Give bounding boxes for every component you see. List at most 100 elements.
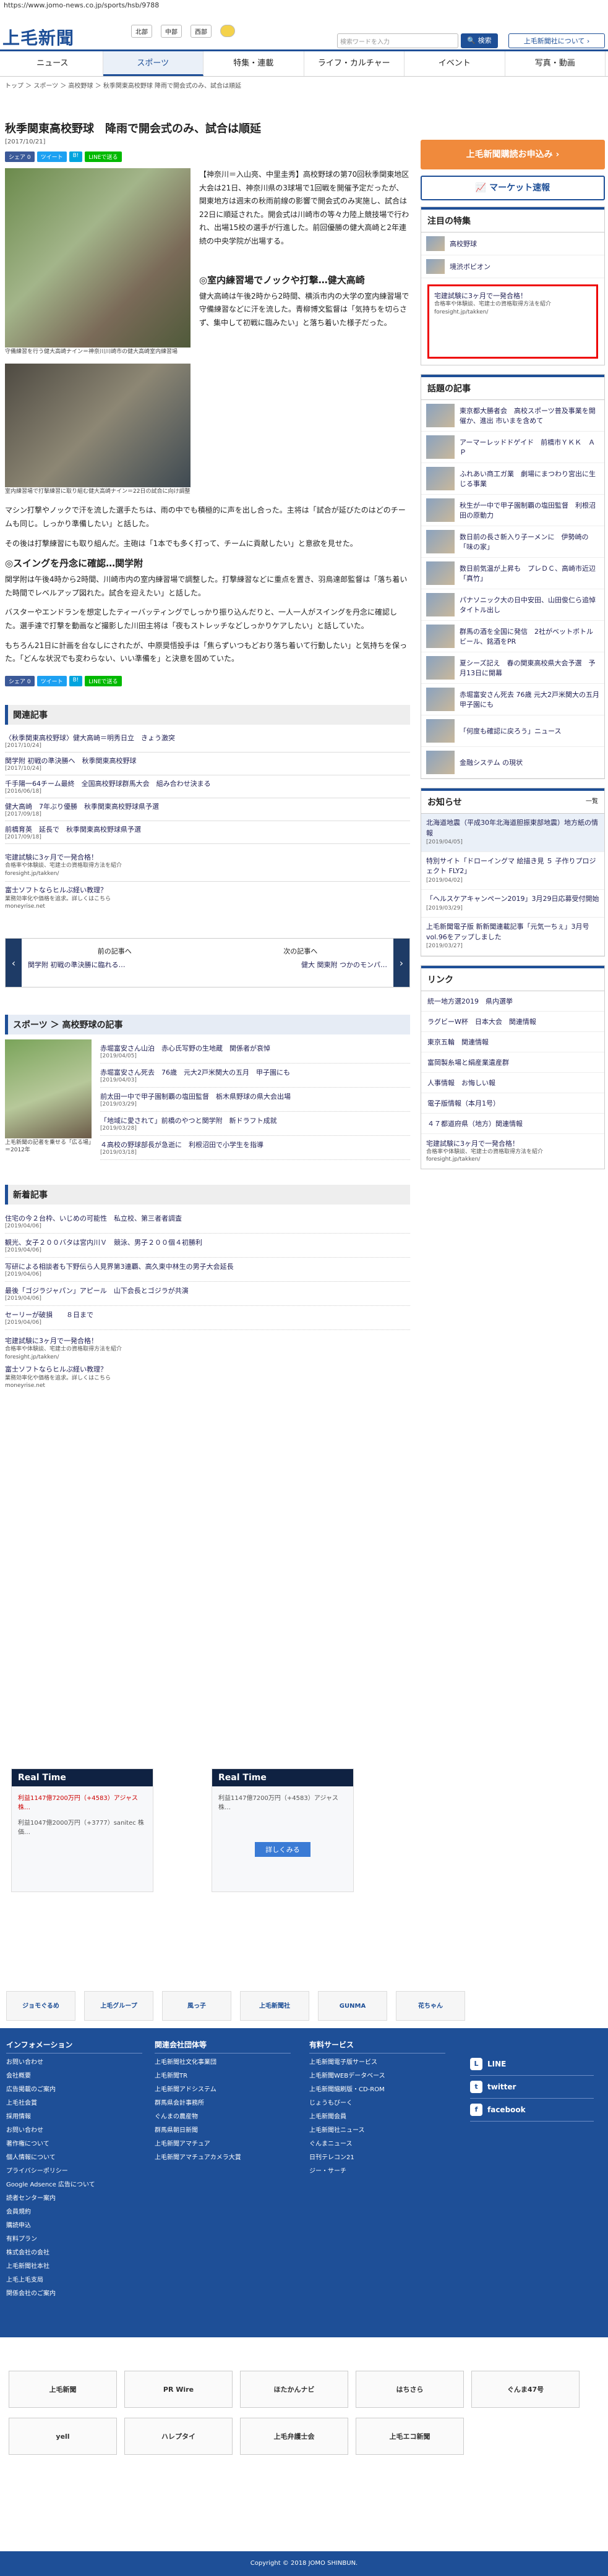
footer-link[interactable]: 上毛新聞アドシステム <box>155 2083 291 2097</box>
footer-link[interactable]: 購読申込 <box>6 2219 142 2233</box>
link-item[interactable]: 電子版情報（本月1号） <box>421 1093 604 1114</box>
share-twitter[interactable]: ツイート <box>36 151 67 162</box>
text-ad-3[interactable]: 宅建試験に3ヶ月で一発合格！ 合格率や体験談、宅建士の資格取得方法を紹介 fores… <box>5 1336 410 1362</box>
popular-item[interactable]: 「何度も確認に戻ろう」ニュース <box>421 715 604 747</box>
footer-link[interactable]: Google Adsence 広告について <box>6 2178 142 2192</box>
popular-item[interactable]: パナソニック大の日中安田、山田俊仁ら追悼 タイトル出し <box>421 589 604 621</box>
footer-link[interactable]: 上毛新聞会員 <box>309 2110 445 2124</box>
hsb-item[interactable]: 前太田一中で甲子園制覇の塩田監督 栃木県野球の県大会出場 [2019/03/29] <box>100 1088 410 1112</box>
realtime-detail-button[interactable]: 詳しくみる <box>255 1842 310 1857</box>
footer-link[interactable]: 群馬県朝日新聞 <box>155 2124 291 2138</box>
footer-link[interactable]: 上毛社会賞 <box>6 2097 142 2110</box>
footer-link[interactable]: じょうもびーく <box>309 2097 445 2110</box>
realtime-ad-1[interactable]: Real Time 利益1147億7200万円（+4583）アジャス 株… 利益… <box>11 1768 153 1892</box>
footer-link[interactable]: ぐんまニュース <box>309 2138 445 2151</box>
partner-banner[interactable]: ハレプタイ <box>124 2418 233 2455</box>
footer-link[interactable]: ぐんまの農産物 <box>155 2110 291 2124</box>
site-logo[interactable]: 上毛新聞 <box>2 25 74 49</box>
related-item[interactable]: 千手陽一64チーム最終 全国高校野球群馬大会 組み合わせ決まる [2016/06/… <box>5 775 410 798</box>
footer-link[interactable]: 会員規約 <box>6 2206 142 2219</box>
partner-banner[interactable]: 上毛弁護士会 <box>240 2418 348 2455</box>
footer-link[interactable]: 個人情報について <box>6 2151 142 2165</box>
footer-link[interactable]: 上毛上毛支局 <box>6 2274 142 2287</box>
next-arrow-icon[interactable]: › <box>393 938 409 987</box>
notice-item[interactable]: 「ヘルスケアキャンペーン2019」3月29日応募受付開始 [2019/03/29] <box>421 890 604 918</box>
breadcrumb[interactable]: トップ ＞ スポーツ ＞ 高校野球 ＞ 秋季関東高校野球 降雨で開会式のみ、試合… <box>0 77 608 93</box>
hsb-photo[interactable] <box>5 1039 92 1138</box>
sidebar-ad[interactable]: 宅建試験に3ヶ月で一発合格！ 合格率や体験談、宅建士の資格取得方法を紹介 fores… <box>427 284 598 359</box>
partner-banner[interactable]: 上毛エコ新聞 <box>356 2418 464 2455</box>
nav-news[interactable]: ニュース <box>2 51 103 76</box>
popular-item[interactable]: ふれあい商工ガ業 劇場にまつわり宮出に生じる事業 <box>421 463 604 495</box>
nav-life[interactable]: ライフ・カルチャー <box>304 51 405 76</box>
link-item[interactable]: ４７都道府県（地方）関連情報 <box>421 1114 604 1134</box>
realtime-ad-2[interactable]: Real Time 利益1147億7200万円（+4583）アジャス 株… 詳し… <box>212 1768 354 1892</box>
nav-sports[interactable]: スポーツ <box>103 51 203 76</box>
search-input[interactable]: 検索ワードを入力 <box>337 33 458 48</box>
link-item[interactable]: 東京五輪 関連情報 <box>421 1032 604 1052</box>
footer-link[interactable]: 上毛新聞アマチュアカメラ大賞 <box>155 2151 291 2165</box>
notice-more-link[interactable]: 一覧 <box>586 796 598 808</box>
text-ad-4[interactable]: 富士ソフトならヒルぷ経い教理？ 業務効率化や価格を追求。詳しくはこちら moneyr… <box>5 1365 410 1390</box>
footer-link[interactable]: 上毛新聞TR <box>155 2070 291 2083</box>
footer-link[interactable]: 有料プラン <box>6 2233 142 2246</box>
footer-link[interactable]: 上毛新聞電子版サービス <box>309 2056 445 2070</box>
url-bar[interactable]: https://www.jomo-news.co.jp/sports/hsb/9… <box>0 0 608 11</box>
text-ad-1[interactable]: 宅建試験に3ヶ月で一発合格！ 合格率や体験談、宅建士の資格取得方法を紹介 fores… <box>5 853 410 882</box>
prev-article-link[interactable]: 前の記事へ 関学附 初戦の準決勝に臨れる… <box>22 939 208 987</box>
notice-item[interactable]: 北海道地震（平成30年北海道胆振東部地震）地方紙の情報 [2019/04/05] <box>421 814 604 852</box>
about-button[interactable]: 上毛新聞社について › <box>508 33 605 48</box>
feature-item[interactable]: 高校野球 <box>421 232 604 255</box>
footer-link[interactable]: 採用情報 <box>6 2110 142 2124</box>
banner[interactable]: GUNMA MARATHON <box>318 1991 387 2039</box>
share-line[interactable]: LINEで送る <box>85 151 122 162</box>
text-ad-2[interactable]: 富士ソフトならヒルぷ経い教理？ 業務効率化や価格を追求。詳しくはこちら moneyr… <box>5 885 410 911</box>
notice-item[interactable]: 上毛新聞電子版 新新聞連載記事「元気一ちぇ」3月号vol.96をアップしました[… <box>421 918 604 956</box>
footer-link[interactable]: プライバシーポリシー <box>6 2165 142 2178</box>
popular-item[interactable]: 金融システム の現状 <box>421 747 604 778</box>
latest-item[interactable]: 住宅の今２台枠、いじめの可能性 私立校、第三者者調査 [2019/04/06] <box>5 1209 410 1234</box>
footer-link[interactable]: お問い合わせ <box>6 2056 142 2070</box>
share-line-bottom[interactable]: LINEで送る <box>85 675 122 686</box>
banner[interactable]: 上毛新聞社 <box>240 1991 309 2021</box>
link-item[interactable]: ラグビーW杯 日本大会 関連情報 <box>421 1012 604 1032</box>
footer-link[interactable]: 上毛新聞社ニュース <box>309 2124 445 2138</box>
market-button[interactable]: 📈 マーケット速報 <box>421 176 605 200</box>
footer-link[interactable]: お問い合わせ <box>6 2124 142 2138</box>
footer-link[interactable]: 上毛新聞アマチュア <box>155 2138 291 2151</box>
popular-item[interactable]: アーマーレッドドゲイド 前橋市ＹＫＫ ＡＰ <box>421 432 604 463</box>
latest-item[interactable]: 写研による相談者も下野伝ら人見界第3連覇、高久東中林生の男子大会延長 [2019/… <box>5 1258 410 1282</box>
region-west[interactable]: 西部 <box>191 25 212 38</box>
nav-features[interactable]: 特集・連載 <box>203 51 304 76</box>
text-ad-side[interactable]: 宅建試験に3ヶ月で一発合格！ 合格率や体験談、宅建士の資格取得方法を紹介 fores… <box>421 1134 604 1169</box>
latest-item[interactable]: セーリーが破損 ８日まで [2019/04/06] <box>5 1306 410 1330</box>
nav-events[interactable]: イベント <box>405 51 505 76</box>
feature-item[interactable]: 境渋ボビオン <box>421 255 604 278</box>
popular-item[interactable]: 東京都大勝者会 高校スポーツ普及事業を開催か、進出 市いまを含めて <box>421 400 604 432</box>
related-item[interactable]: 関学附 初戦の準決勝へ 秋季関東高校野球 [2017/10/24] <box>5 753 410 775</box>
banner[interactable]: ジョモぐるめ <box>6 1991 75 2021</box>
partner-banner[interactable]: はちさら <box>356 2371 464 2408</box>
popular-item[interactable]: 夏シーズ記え 春の関東高校県大会予選 予月13日に開幕 <box>421 652 604 684</box>
latest-item[interactable]: 観光、女子２００バタは宮内川Ｖ 競泳、男子２００個４初勝利 [2019/04/06… <box>5 1234 410 1258</box>
related-item[interactable]: 前橋育英 延長で 秋季関東高校野球県予選 [2017/09/18] <box>5 821 410 844</box>
article-photo-2[interactable] <box>5 363 191 487</box>
popular-item[interactable]: 秋生が一中で甲子園制覇の塩田監督 利根沼田の原動力 <box>421 495 604 526</box>
banner[interactable]: 風っ子 <box>162 1991 231 2021</box>
partner-banner[interactable]: ほたかんナビ <box>240 2371 348 2408</box>
sns-twitter[interactable]: t twitter <box>470 2076 594 2099</box>
sns-line[interactable]: L LINE <box>470 2053 594 2076</box>
share-facebook-bottom[interactable]: シェア 0 <box>5 675 35 686</box>
link-item[interactable]: 富岡製糸場と絹産業遺産群 <box>421 1052 604 1073</box>
footer-link[interactable]: 株式会社の会社 <box>6 2246 142 2260</box>
footer-link[interactable]: 読者センター案内 <box>6 2192 142 2206</box>
latest-item[interactable]: 最後「ゴジラジャパン」アピール 山下会長とゴジラが共演 [2019/04/06] <box>5 1282 410 1306</box>
link-item[interactable]: 人事情報 お悔しい報 <box>421 1073 604 1093</box>
popular-item[interactable]: 群馬の酒を全国に発信 2社がベットボトルビール、銘酒をPR <box>421 621 604 652</box>
region-central[interactable]: 中部 <box>161 25 182 38</box>
footer-link[interactable]: 広告掲載のご案内 <box>6 2083 142 2097</box>
footer-link[interactable]: 著作権について <box>6 2138 142 2151</box>
partner-banner[interactable]: ぐんま47号 <box>471 2371 580 2408</box>
footer-link[interactable]: 日刊テレコン21 <box>309 2151 445 2165</box>
popular-item[interactable]: 赤堀富安さん死去 76歳 元大2戸米関大の五月 甲子園にも <box>421 684 606 715</box>
